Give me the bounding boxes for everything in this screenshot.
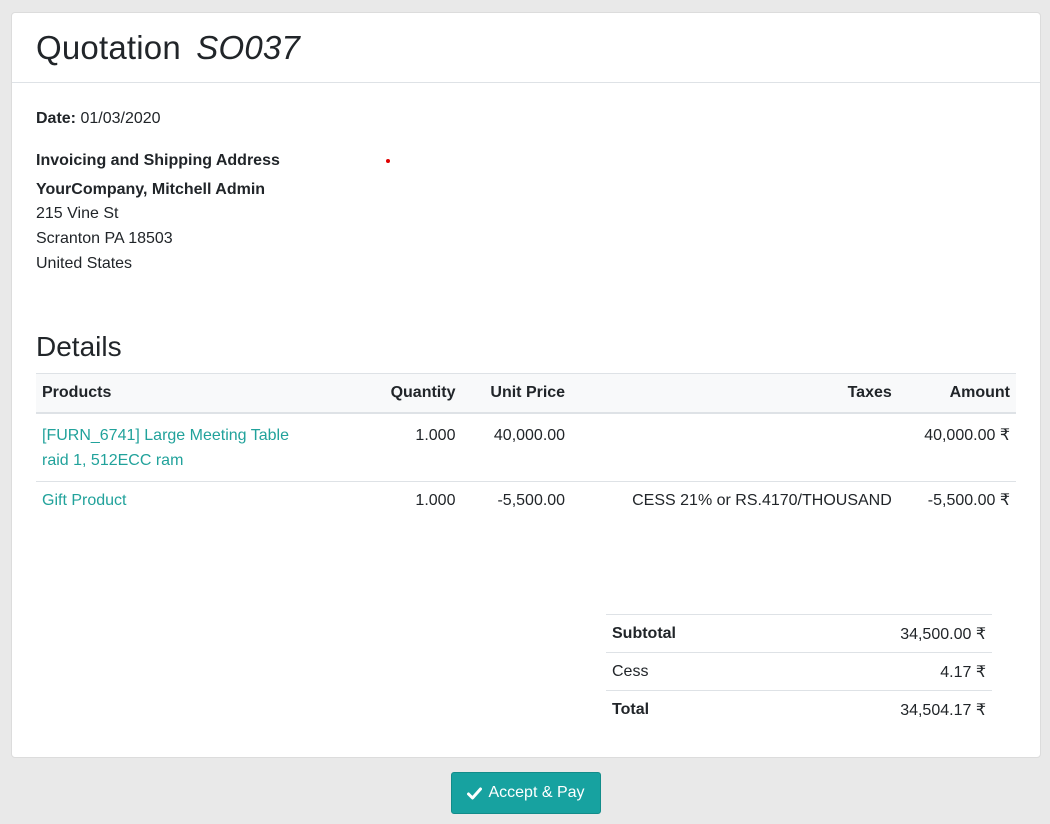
quotation-number: SO037: [196, 28, 301, 66]
taxes-cell: CESS 21% or RS.4170/THOUSAND: [632, 492, 892, 509]
check-icon: [467, 787, 483, 799]
accept-and-pay-button[interactable]: Accept & Pay: [451, 772, 601, 814]
date-label: Date:: [36, 110, 77, 127]
amount-cell: 40,000.00 ₹: [897, 413, 1016, 482]
taxes-cell: [571, 413, 898, 482]
total-row: Total 34,504.17 ₹: [606, 690, 992, 728]
product-cell: Gift Product: [36, 482, 355, 520]
totals-table: Subtotal 34,500.00 ₹ Cess 4.17 ₹ Total 3…: [606, 614, 992, 728]
column-header-taxes: Taxes: [571, 373, 898, 414]
unit-price-cell: -5,500.00: [497, 492, 566, 509]
title-label: Quotation: [36, 28, 181, 66]
product-link[interactable]: Gift Product: [42, 492, 126, 509]
product-link[interactable]: [FURN_6741] Large Meeting Table raid 1, 5…: [42, 427, 289, 469]
tax-row: Cess 4.17 ₹: [606, 652, 992, 691]
column-header-quantity: Quantity: [355, 373, 462, 414]
address-line-city: Scranton PA 18503: [36, 230, 173, 247]
quantity-cell: 1.000: [415, 492, 456, 509]
quantity-cell: 1.000: [355, 413, 462, 482]
address-name: YourCompany, Mitchell Admin: [36, 181, 266, 198]
address-heading: Invoicing and Shipping Address: [36, 152, 280, 169]
card-body: Date: 01/03/2020 Invoicing and Shipping …: [12, 83, 1040, 728]
product-cell: [FURN_6741] Large Meeting Table raid 1, 5…: [36, 413, 356, 482]
card-header: Quotation SO037: [12, 13, 1040, 83]
page-title: Quotation SO037: [36, 29, 300, 67]
amount-cell: -5,500.00 ₹: [927, 492, 1010, 509]
tax-value: 4.17 ₹: [774, 652, 992, 691]
column-header-amount: Amount: [897, 373, 1016, 414]
unit-price-cell: 40,000.00: [461, 413, 572, 482]
tax-label: Cess: [606, 652, 775, 691]
total-value: 34,504.17 ₹: [774, 690, 992, 728]
address-line-country: United States: [36, 255, 133, 272]
order-lines-table: Products Quantity Unit Price Taxes Amoun…: [36, 373, 1016, 519]
address-line-street: 215 Vine St: [36, 205, 119, 222]
product-description: raid 1, 512ECC ram: [42, 452, 184, 469]
total-label: Total: [606, 690, 775, 728]
date-value: 01/03/2020: [80, 110, 161, 127]
details-title: Details: [36, 331, 122, 362]
product-name: [FURN_6741] Large Meeting Table: [42, 427, 289, 444]
table-header-row: Products Quantity Unit Price Taxes Amoun…: [36, 373, 1016, 414]
table-row: Gift Product 1.000 -5,500.00 CESS 21% or…: [36, 482, 1016, 520]
quotation-card: Quotation SO037 Date: 01/03/2020 Invoici…: [11, 12, 1041, 758]
subtotal-value: 34,500.00 ₹: [774, 614, 992, 653]
column-header-products: Products: [36, 373, 356, 414]
date-row: Date: 01/03/2020: [36, 110, 1016, 128]
column-header-unit-price: Unit Price: [461, 373, 572, 414]
accept-label: Accept & Pay: [488, 784, 585, 801]
table-row: [FURN_6741] Large Meeting Table raid 1, 5…: [36, 413, 1016, 482]
red-dot-marker: [386, 159, 390, 163]
subtotal-row: Subtotal 34,500.00 ₹: [606, 614, 992, 653]
subtotal-label: Subtotal: [606, 614, 775, 653]
